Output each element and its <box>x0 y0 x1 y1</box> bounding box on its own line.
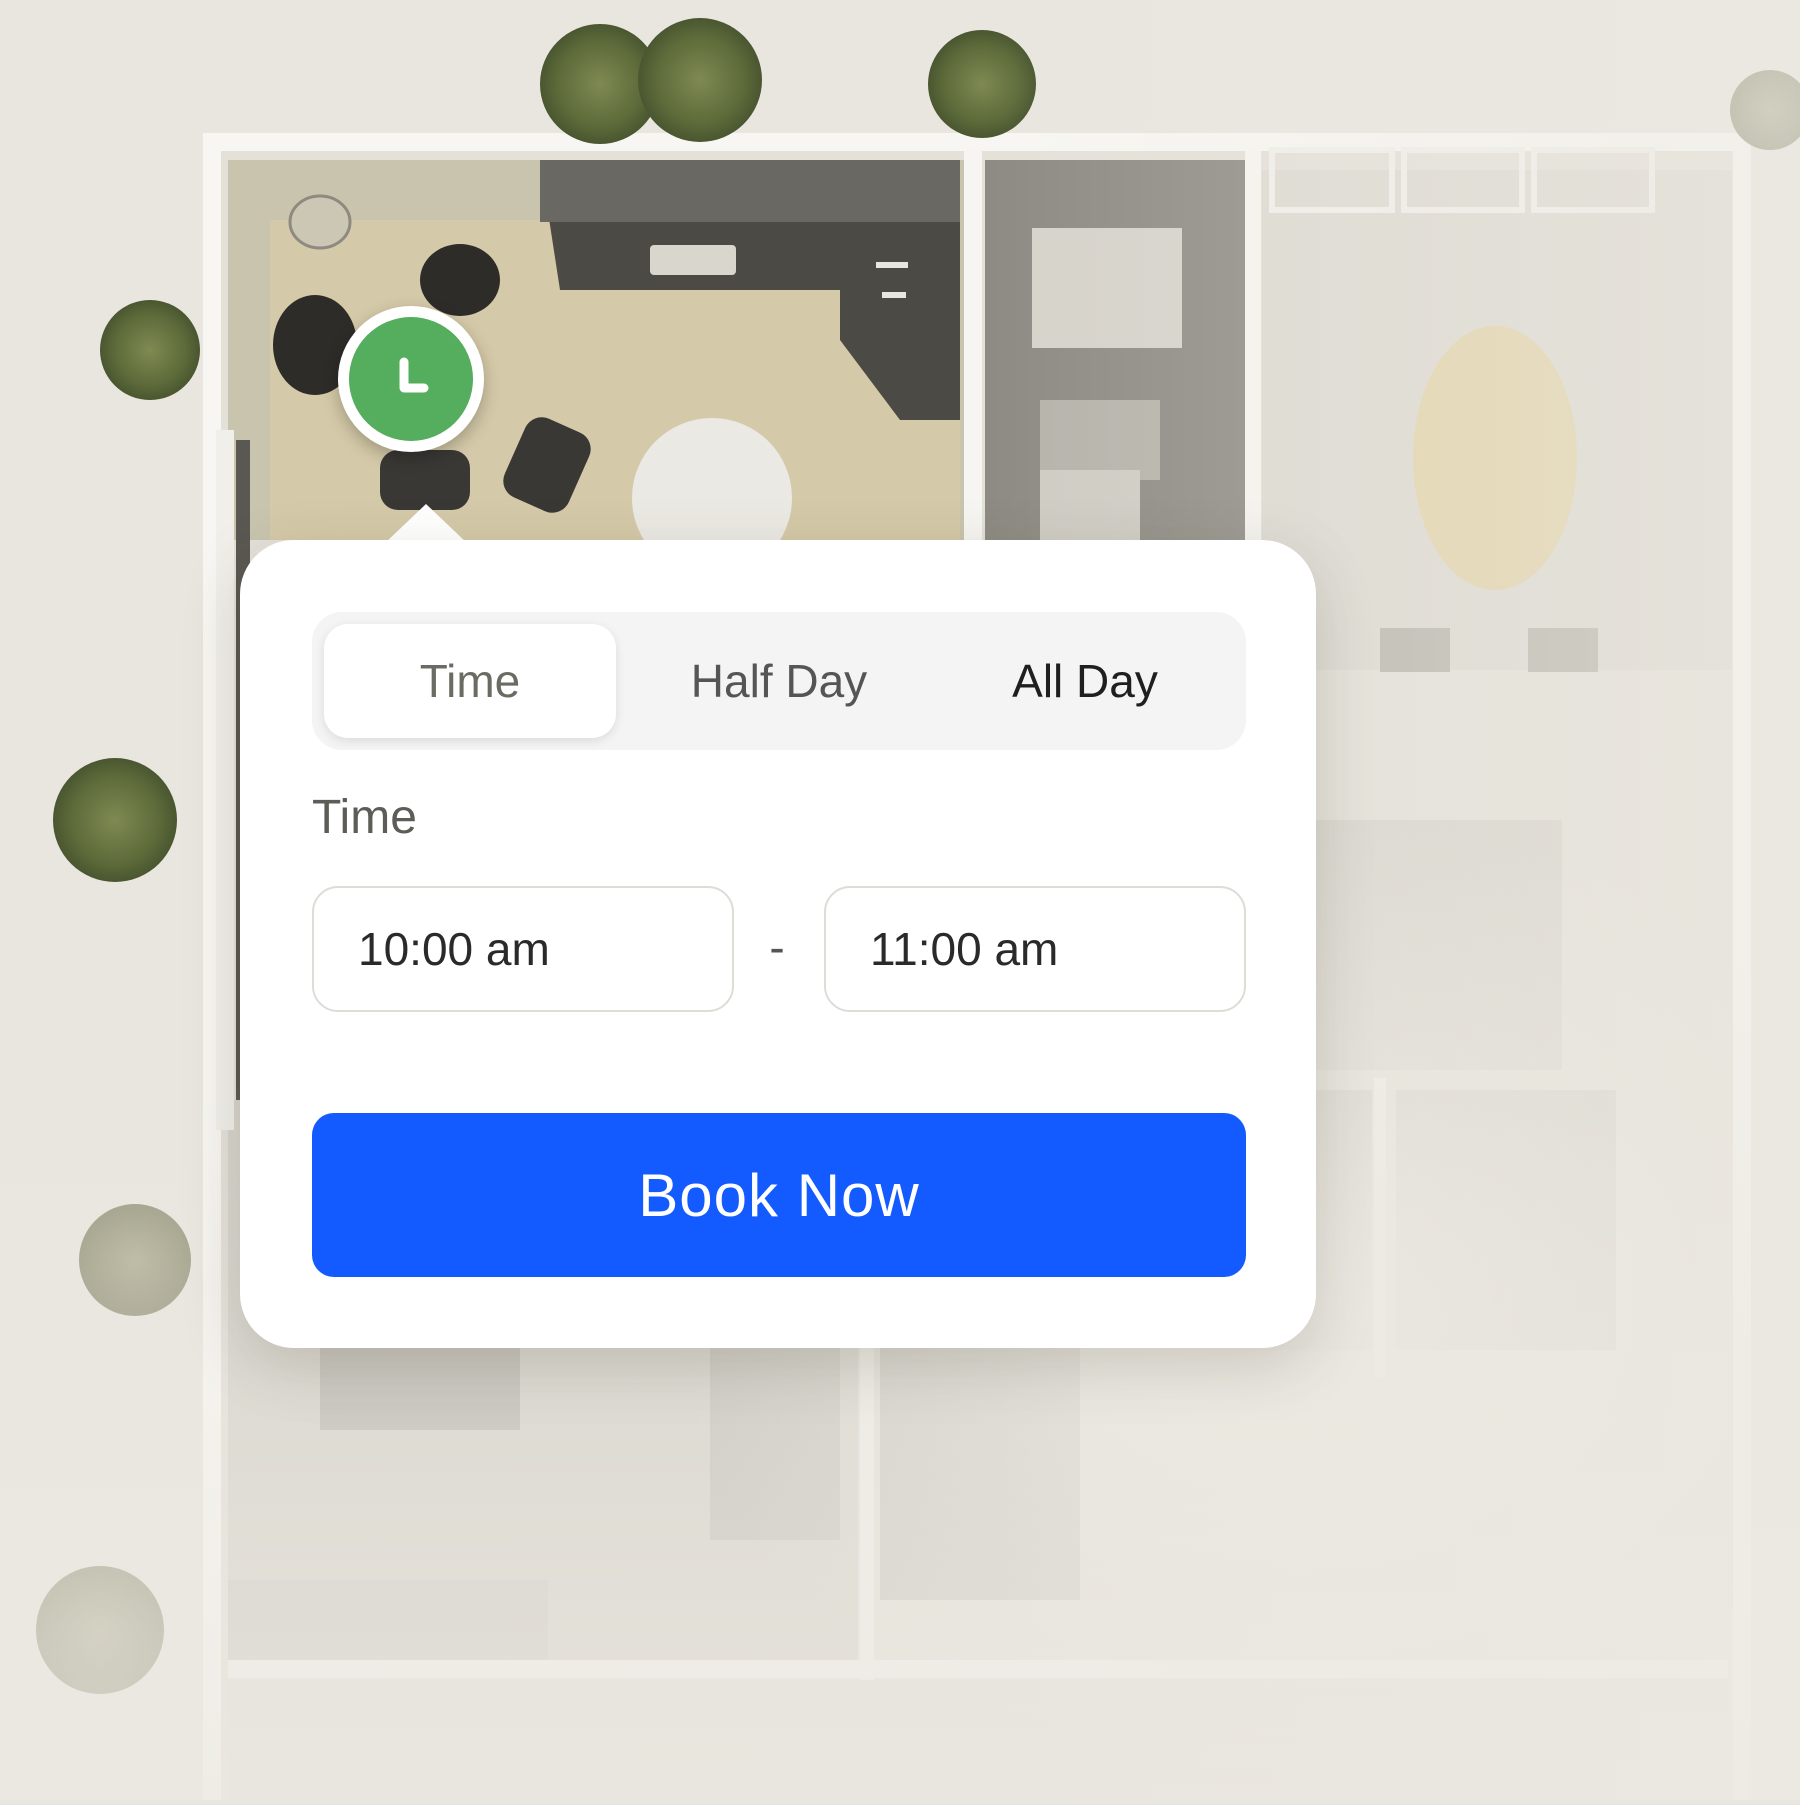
popup-pointer <box>384 504 468 544</box>
duration-segmented-control: Time Half Day All Day <box>312 612 1246 750</box>
start-time-value: 10:00 am <box>358 923 550 975</box>
start-time-field[interactable]: 10:00 am <box>312 886 734 1012</box>
tab-time-label: Time <box>419 655 521 707</box>
tab-time[interactable]: Time <box>324 624 616 738</box>
time-section-label: Time <box>312 791 417 844</box>
tab-all-day-label: All Day <box>1012 655 1158 707</box>
booking-popup: Time Half Day All Day Time 10:00 am - 11… <box>240 540 1316 1348</box>
book-now-label: Book Now <box>638 1161 920 1229</box>
tab-half-day-label: Half Day <box>690 655 868 707</box>
book-now-button[interactable]: Book Now <box>312 1113 1246 1277</box>
tab-half-day[interactable]: Half Day <box>630 624 928 738</box>
end-time-field[interactable]: 11:00 am <box>824 886 1246 1012</box>
clock-icon <box>399 357 429 393</box>
tab-all-day[interactable]: All Day <box>936 624 1234 738</box>
time-range-separator: - <box>769 921 785 973</box>
end-time-value: 11:00 am <box>870 923 1059 975</box>
pin-badge <box>349 317 473 441</box>
desk-booking-pin[interactable] <box>338 306 484 452</box>
